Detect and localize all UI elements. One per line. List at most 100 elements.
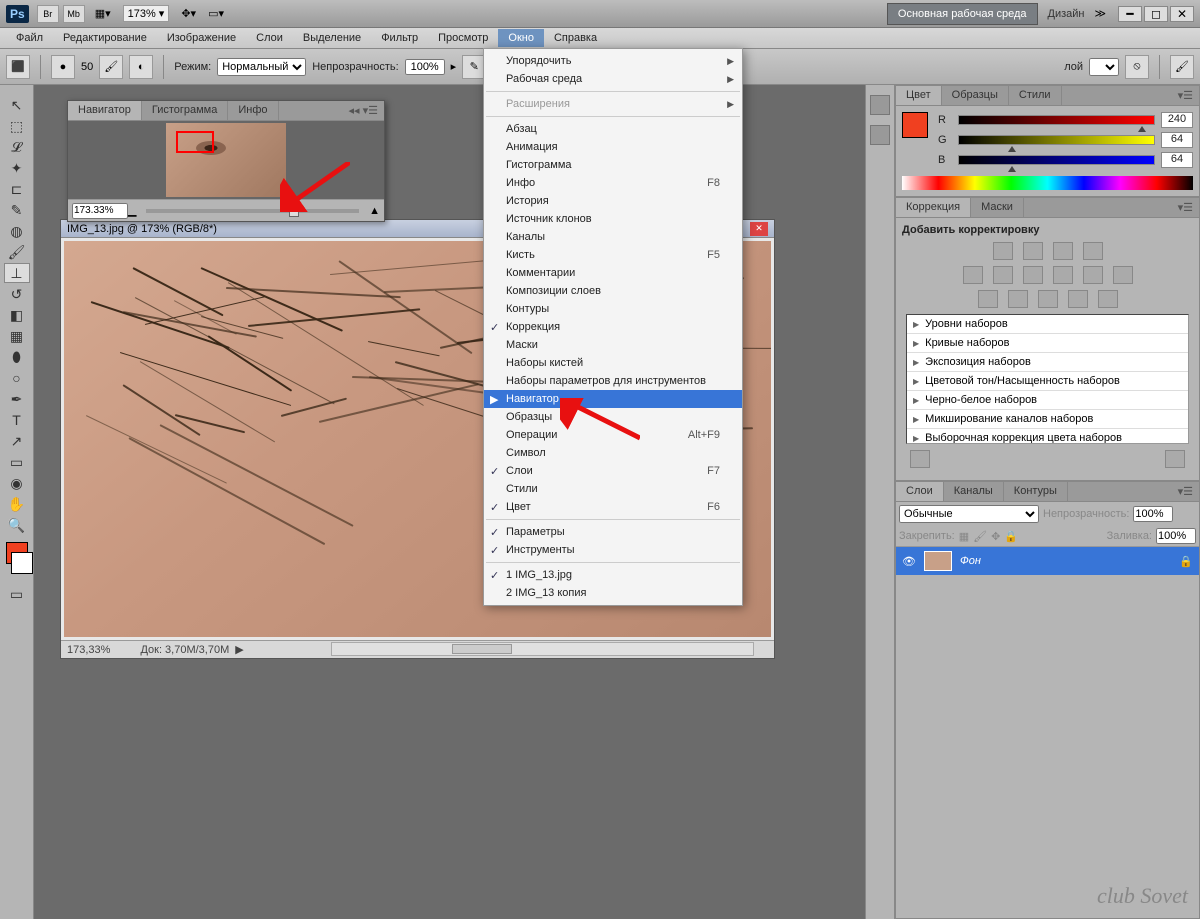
gradient-tool[interactable]: ▦ (4, 326, 30, 346)
menu-item[interactable]: Маски (484, 336, 742, 354)
adj-photo-icon[interactable] (1083, 266, 1103, 284)
menu-item[interactable]: Контуры (484, 300, 742, 318)
h-scrollbar[interactable] (331, 642, 754, 656)
menu-item[interactable]: Композиции слоев (484, 282, 742, 300)
visibility-icon[interactable]: 👁 (902, 555, 916, 568)
3d-tool[interactable]: ◉ (4, 473, 30, 493)
eraser-tool[interactable]: ◧ (4, 305, 30, 325)
menu-item[interactable]: Каналы (484, 228, 742, 246)
adj-trash-icon[interactable] (1165, 450, 1185, 468)
type-tool[interactable]: T (4, 410, 30, 430)
tab-navigator[interactable]: Навигатор (68, 101, 142, 120)
nav-zoom-slider[interactable] (146, 209, 359, 213)
panel-flyout-icon[interactable]: ▾☰ (1172, 198, 1199, 217)
flyout-icon[interactable]: ▸ (451, 60, 457, 73)
tool-preset-icon[interactable]: ⬛ (6, 55, 30, 79)
history-icon[interactable] (870, 95, 890, 115)
tab-styles[interactable]: Стили (1009, 86, 1062, 105)
doc-zoom[interactable]: 173,33% (67, 644, 110, 656)
menu-item[interactable]: ОперацииAlt+F9 (484, 426, 742, 444)
menu-item[interactable]: Образцы (484, 408, 742, 426)
tab-paths[interactable]: Контуры (1004, 482, 1068, 501)
workspace-button[interactable]: Основная рабочая среда (887, 3, 1038, 25)
maximize-btn[interactable]: ◻ (1144, 6, 1168, 22)
sample-icon[interactable]: ◐ (129, 55, 153, 79)
pen-tool[interactable]: ✒ (4, 389, 30, 409)
sample-all-icon[interactable]: ⦸ (1125, 55, 1149, 79)
lock-trans-icon[interactable]: ▦ (959, 530, 969, 543)
hand-tool[interactable]: ✋ (4, 494, 30, 514)
adj-balance-icon[interactable] (1023, 266, 1043, 284)
zoom-in-icon[interactable]: ▲ (369, 205, 380, 217)
menu-layers[interactable]: Слои (246, 29, 293, 47)
r-slider[interactable] (958, 115, 1155, 125)
adj-brightness-icon[interactable] (993, 242, 1013, 260)
menu-item[interactable]: Наборы кистей (484, 354, 742, 372)
menu-item[interactable]: ЦветF6 (484, 498, 742, 516)
adj-exposure-icon[interactable] (1083, 242, 1103, 260)
menu-item[interactable]: Навигатор (484, 390, 742, 408)
fill-input[interactable] (1156, 528, 1196, 544)
airbrush-icon[interactable]: 🖌 (1170, 55, 1194, 79)
tab-info[interactable]: Инфо (228, 101, 278, 120)
eyedrop-tool[interactable]: ✎ (4, 200, 30, 220)
menu-item[interactable]: Комментарии (484, 264, 742, 282)
bg-swatch[interactable] (11, 552, 33, 574)
crop-tool[interactable]: ⊏ (4, 179, 30, 199)
tab-layers[interactable]: Слои (896, 482, 944, 501)
menu-item[interactable]: КистьF5 (484, 246, 742, 264)
menu-item[interactable]: Расширения (484, 95, 742, 113)
color-swatch[interactable] (902, 112, 928, 138)
chevrons-icon[interactable]: ≫ (1094, 7, 1106, 20)
lock-paint-icon[interactable]: 🖌 (973, 530, 987, 543)
adj-curves-icon[interactable] (1053, 242, 1073, 260)
app-zoom[interactable]: 173% ▾ (123, 5, 170, 22)
status-flyout-icon[interactable]: ▶ (235, 643, 243, 656)
lock-move-icon[interactable]: ✥ (991, 530, 1000, 543)
design-label[interactable]: Дизайн (1038, 4, 1095, 24)
menu-item[interactable]: История (484, 192, 742, 210)
tab-color[interactable]: Цвет (896, 86, 942, 105)
blend-mode-select[interactable]: Нормальный (217, 58, 306, 76)
menu-edit[interactable]: Редактирование (53, 29, 157, 47)
menu-image[interactable]: Изображение (157, 29, 246, 47)
panel-flyout-icon[interactable]: ▾☰ (1172, 482, 1199, 501)
menu-item[interactable]: Рабочая среда (484, 70, 742, 88)
adj-bw-icon[interactable] (1053, 266, 1073, 284)
menu-item[interactable]: Абзац (484, 120, 742, 138)
adj-thresh-icon[interactable] (1038, 290, 1058, 308)
adj-invert-icon[interactable] (978, 290, 998, 308)
mb-btn[interactable]: Mb (63, 5, 85, 23)
brush-tool[interactable]: 🖌 (4, 242, 30, 262)
zoom-tool[interactable]: 🔍 (4, 515, 30, 535)
bridge-btn[interactable]: Br (37, 5, 59, 23)
menu-help[interactable]: Справка (544, 29, 607, 47)
adj-grad-icon[interactable] (1068, 290, 1088, 308)
move-tool[interactable]: ↖ (4, 95, 30, 115)
tab-swatches[interactable]: Образцы (942, 86, 1009, 105)
blend-mode-select[interactable]: Обычные (899, 505, 1039, 523)
menu-item[interactable]: Инструменты (484, 541, 742, 559)
menu-select[interactable]: Выделение (293, 29, 371, 47)
quickmask-tool[interactable]: ▭ (4, 584, 30, 604)
tab-masks[interactable]: Маски (971, 198, 1024, 217)
menu-filter[interactable]: Фильтр (371, 29, 428, 47)
stamp-tool[interactable]: ⊥ (4, 263, 30, 283)
shape-tool[interactable]: ▭ (4, 452, 30, 472)
g-slider[interactable] (958, 135, 1155, 145)
opacity-input[interactable] (405, 59, 445, 75)
menu-item[interactable]: Коррекция (484, 318, 742, 336)
tab-histogram[interactable]: Гистограмма (142, 101, 229, 120)
adj-hue-icon[interactable] (993, 266, 1013, 284)
layer-opacity-input[interactable] (1133, 506, 1173, 522)
b-slider[interactable] (958, 155, 1155, 165)
menu-item[interactable]: Символ (484, 444, 742, 462)
preset-item[interactable]: Черно-белое наборов (907, 391, 1188, 410)
doc-close-icon[interactable]: ✕ (750, 222, 768, 236)
preset-item[interactable]: Цветовой тон/Насыщенность наборов (907, 372, 1188, 391)
minimize-btn[interactable]: ━ (1118, 6, 1142, 22)
adj-levels-icon[interactable] (1023, 242, 1043, 260)
adj-select-icon[interactable] (1098, 290, 1118, 308)
adj-vibrance-icon[interactable] (963, 266, 983, 284)
preset-item[interactable]: Уровни наборов (907, 315, 1188, 334)
